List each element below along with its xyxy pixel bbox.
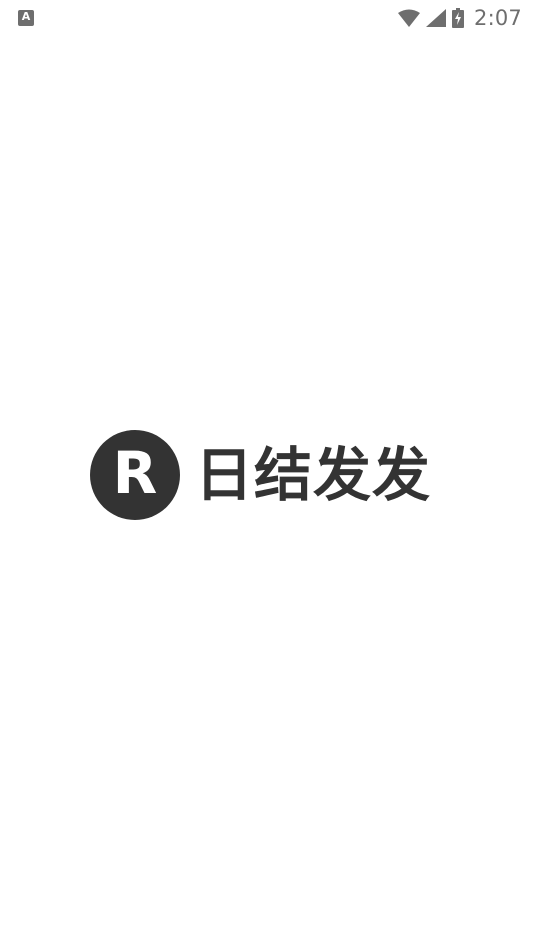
splash-screen: A 2:07 R 日结发发 (0, 0, 534, 950)
status-clock: 2:07 (474, 6, 522, 30)
wifi-icon (398, 9, 421, 27)
notification-app-icon: A (18, 10, 34, 26)
svg-text:R: R (113, 439, 158, 507)
battery-charging-icon (452, 8, 465, 28)
cell-signal-icon (426, 9, 447, 27)
status-icons: 2:07 (398, 4, 522, 32)
logo-r-icon: R (90, 430, 180, 520)
app-logo: R 日结发发 (90, 430, 431, 520)
app-name: 日结发发 (195, 441, 432, 509)
status-bar: A 2:07 (0, 0, 534, 36)
